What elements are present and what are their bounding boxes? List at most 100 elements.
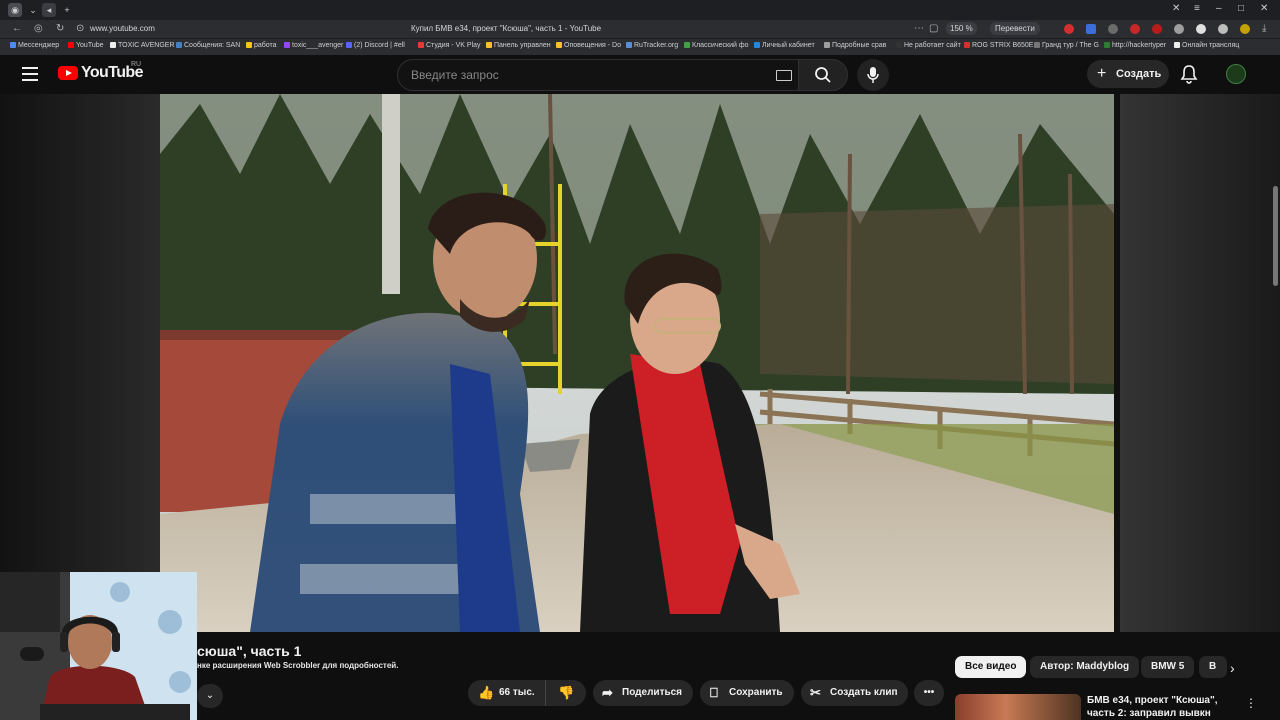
notifications-button[interactable] (1180, 64, 1198, 89)
pin-icon[interactable]: ✕ (1172, 3, 1180, 14)
bookmark-label: (2) Discord | #ell (354, 42, 405, 49)
bookmark-item[interactable]: Мессенджер (10, 42, 59, 49)
chevron-down-icon[interactable]: ⌄ (26, 3, 40, 17)
bookmark-item[interactable]: Студия - VK Play (418, 42, 481, 49)
browser-tab-bar: ◉ ⌄ ◂ + ✕ ≡ – □ ✕ (0, 0, 1280, 20)
extension-icon[interactable] (1108, 24, 1118, 34)
bookmark-item[interactable]: ROG STRIX B650E (964, 42, 1033, 49)
webcam-image (0, 572, 197, 720)
video-player[interactable] (0, 94, 1280, 632)
downloads-icon[interactable]: ⤓ (1262, 23, 1266, 34)
bookmark-item[interactable]: Подробные срав (824, 42, 886, 49)
chip-author[interactable]: Автор: Maddyblog (1030, 656, 1140, 678)
zoom-level[interactable]: 150 % (946, 22, 977, 35)
bookmark-item[interactable]: toxic___avenger (284, 42, 343, 49)
like-button[interactable]: 👍 66 тыс. (468, 680, 545, 706)
new-tab-icon[interactable]: + (60, 3, 74, 17)
page-scrollbar[interactable] (1273, 186, 1278, 286)
chevron-right-icon[interactable]: › (1230, 660, 1235, 676)
bookmark-item[interactable]: Панель управлен (486, 42, 551, 49)
chip-partial[interactable]: В (1199, 656, 1227, 678)
more-icon: ••• (923, 687, 935, 698)
create-button[interactable]: + Создать (1087, 60, 1169, 88)
account-avatar[interactable] (1226, 64, 1246, 84)
extension-icon[interactable] (1196, 24, 1206, 34)
bookmark-item[interactable]: http://hackertyper (1104, 42, 1166, 49)
create-clip-button[interactable]: ✂ Создать клип (801, 680, 908, 706)
extension-icon[interactable] (1218, 24, 1228, 34)
browser-menu-icon[interactable]: ◉ (8, 3, 22, 17)
maximize-icon[interactable]: □ (1238, 3, 1244, 14)
youtube-logo-icon[interactable] (58, 66, 78, 80)
extension-icon[interactable] (1152, 24, 1162, 34)
bookmark-icon[interactable]: ▢ (929, 23, 938, 34)
save-button[interactable]: ⎕ Сохранить (700, 680, 794, 706)
scissors-icon: ✂ (810, 685, 821, 700)
bookmark-item[interactable]: Не работает сайт (896, 42, 961, 49)
bookmark-icon: ⎕ (710, 685, 718, 700)
kebab-menu-icon[interactable]: ⋮ (1245, 696, 1257, 710)
bookmark-label: Мессенджер (18, 42, 60, 49)
recommended-thumbnail[interactable] (955, 694, 1081, 720)
expand-button[interactable]: ⌄ (197, 684, 223, 708)
clip-label: Создать клип (830, 687, 898, 698)
more-actions-button[interactable]: ••• (914, 680, 944, 706)
extension-icon[interactable] (1064, 24, 1074, 34)
keyboard-icon[interactable] (776, 70, 792, 81)
bookmark-item[interactable]: Оповещения - Do (556, 42, 621, 49)
bookmark-item[interactable]: TOXIC AVENGER (110, 42, 175, 49)
page-title: Купил БМВ е34, проект "Ксюша", часть 1 -… (410, 24, 602, 33)
bookmarks-bar: Мессенджер YouTube TOXIC AVENGER Сообщен… (0, 38, 1280, 55)
zoom-label: 150 % (950, 24, 973, 33)
bookmark-item[interactable]: Онлайн трансляц (1174, 42, 1239, 49)
search-box (397, 59, 799, 91)
extension-icon[interactable] (1086, 24, 1096, 34)
voice-search-button[interactable] (857, 59, 889, 91)
search-button[interactable] (798, 59, 848, 91)
dislike-button[interactable]: 👎 (545, 680, 586, 706)
bookmark-item[interactable]: Сообщения: SAN (176, 42, 240, 49)
active-tab[interactable]: ◂ (42, 3, 56, 17)
search-icon (815, 67, 831, 83)
translate-button[interactable]: Перевести (990, 22, 1040, 35)
bookmark-label: Гранд тур / The G (1042, 42, 1099, 49)
bookmark-label: Оповещения - Do (564, 42, 621, 49)
plus-icon: + (1097, 65, 1107, 82)
share-icon: ➦ (602, 685, 613, 700)
bookmark-label: TOXIC AVENGER (118, 42, 175, 49)
extension-icon[interactable] (1240, 24, 1250, 34)
bookmark-label: RuTracker.org (634, 42, 679, 49)
share-label: Поделиться (622, 687, 683, 698)
menu-icon[interactable]: ≡ (1194, 3, 1200, 14)
bookmark-label: Личный кабинет (762, 42, 815, 49)
recommended-title[interactable]: БМВ е34, проект "Ксюша", часть 2: заправ… (1087, 694, 1227, 720)
thumbs-down-icon: 👎 (558, 685, 575, 700)
minimize-icon[interactable]: – (1216, 3, 1222, 14)
extension-icon[interactable] (1130, 24, 1140, 34)
bookmark-item[interactable]: Гранд тур / The G (1034, 42, 1099, 49)
bookmark-item[interactable]: Личный кабинет (754, 42, 815, 49)
share-button[interactable]: ➦ Поделиться (593, 680, 693, 706)
bookmark-item[interactable]: работа (246, 42, 277, 49)
bookmark-item[interactable]: YouTube (68, 42, 104, 49)
chip-all-videos[interactable]: Все видео (955, 656, 1027, 678)
hamburger-menu-icon[interactable] (22, 67, 38, 85)
bookmark-label: ROG STRIX B650E (972, 42, 1034, 49)
ambient-right (1120, 94, 1280, 632)
more-icon[interactable]: ⋯ (914, 23, 924, 34)
bookmark-label: Подробные срав (832, 42, 887, 49)
bookmark-label: Студия - VK Play (426, 42, 481, 49)
microphone-icon (867, 67, 879, 83)
bookmark-item[interactable]: RuTracker.org (626, 42, 678, 49)
chip-bmw5[interactable]: BMW 5 (1141, 656, 1195, 678)
like-count: 66 тыс. (499, 687, 535, 698)
video-frame[interactable] (160, 94, 1114, 632)
youtube-masthead: YouTube RU + Создать (0, 55, 1280, 94)
bookmark-label: toxic___avenger (292, 42, 344, 49)
search-input[interactable] (409, 67, 753, 83)
close-icon[interactable]: ✕ (1260, 3, 1268, 14)
extension-icon[interactable] (1174, 24, 1184, 34)
bookmark-item[interactable]: (2) Discord | #ell (346, 42, 405, 49)
bookmark-label: работа (254, 42, 277, 49)
bookmark-item[interactable]: Классический фо (684, 42, 749, 49)
